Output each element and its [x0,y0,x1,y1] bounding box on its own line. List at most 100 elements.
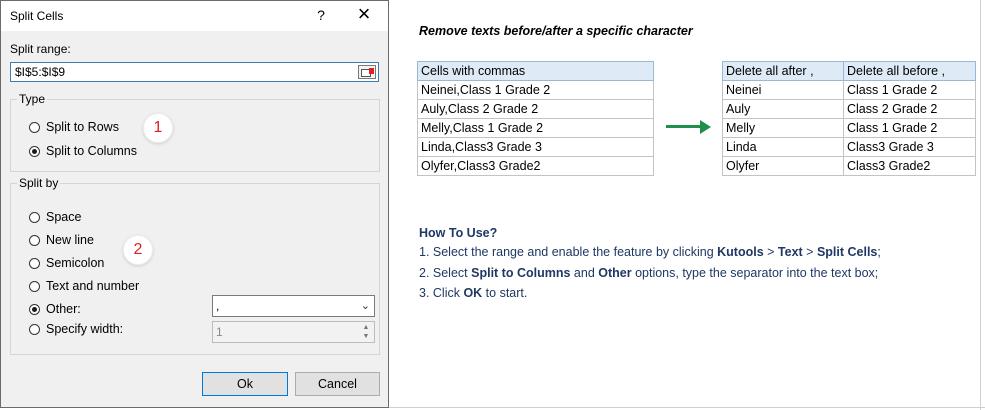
table-row: Melly Class 1 Grade 2 [722,118,976,138]
right-arrow-icon [666,119,712,135]
table-row: Olyfer,Class3 Grade2 [417,156,654,176]
step-bold-text: Split to Columns [471,266,571,280]
radio-icon[interactable] [29,211,40,223]
spin-up-icon: ▲ [362,324,370,331]
table-header-cell: Delete all after , [722,61,844,81]
radio-other[interactable]: Other: [29,300,81,318]
result-table: Delete all after , Delete all before , N… [722,61,976,176]
cancel-button[interactable]: Cancel [295,372,380,396]
radio-icon[interactable] [29,121,40,133]
step-text: ; [877,245,881,259]
step-text: and [570,266,599,280]
step-bold-text: Kutools [717,245,764,259]
dialog-titlebar: Split Cells ? × [1,1,388,31]
table-row: Neinei,Class 1 Grade 2 [417,80,654,100]
dialog-title: Split Cells [10,9,64,23]
table-cell: Class3 Grade2 [843,156,976,176]
radio-label: Split to Rows [46,120,119,134]
radio-selected-icon[interactable] [29,145,40,157]
source-table: Cells with commas Neinei,Class 1 Grade 2… [417,61,654,176]
table-cell: Neinei,Class 1 Grade 2 [417,80,654,100]
step-bold-text: OK [463,286,483,300]
table-cell: Class 1 Grade 2 [843,118,976,138]
table-row: Auly Class 2 Grade 2 [722,99,976,119]
ok-button[interactable]: Ok [202,372,288,396]
radio-icon[interactable] [29,323,40,335]
arrow-shaft [666,125,702,128]
table-header-cell: Cells with commas [417,61,654,81]
spin-down-icon: ▼ [362,333,370,340]
radio-icon[interactable] [29,257,40,269]
radio-label: Semicolon [46,256,105,270]
type-group-title: Type [17,92,48,106]
table-cell: Linda [722,137,844,157]
split-range-value: $I$5:$I$9 [15,65,66,79]
radio-text-and-number[interactable]: Text and number [29,277,139,295]
radio-label: Other: [46,302,81,316]
step-text: to start. [482,286,528,300]
radio-split-to-columns[interactable]: Split to Columns [29,142,137,160]
table-cell: Class 1 Grade 2 [843,80,976,100]
step-text: > [802,245,817,259]
radio-label: Text and number [46,279,140,293]
table-cell: Olyfer [722,156,844,176]
step-2: 2. Select Split to Columns and Other opt… [419,266,878,280]
table-cell: Auly,Class 2 Grade 2 [417,99,654,119]
radio-split-to-rows[interactable]: Split to Rows [29,118,119,136]
radio-space[interactable]: Space [29,208,81,226]
step-bold-text: Text [777,245,803,259]
how-to-title: How To Use? [419,226,498,240]
table-row: Olyfer Class3 Grade2 [722,156,976,176]
table-cell: Auly [722,99,844,119]
step-badge-1: 1 [143,113,173,143]
specify-width-value: 1 [216,325,223,339]
chevron-down-icon[interactable]: ⌄ [361,296,370,316]
step-bold-text: Split Cells [816,245,878,259]
radio-icon[interactable] [29,234,40,246]
table-header-row: Delete all after , Delete all before , [722,61,976,81]
radio-icon[interactable] [29,280,40,292]
step-text: 2. Select [419,266,472,280]
other-separator-value: , [216,299,220,313]
specify-width-spinner: 1 ▲ ▼ [212,321,375,343]
radio-label: Space [46,210,82,224]
table-row: Linda Class3 Grade 3 [722,137,976,157]
table-cell: Class 2 Grade 2 [843,99,976,119]
radio-selected-icon[interactable] [29,303,40,315]
step-text: 3. Click [419,286,464,300]
radio-semicolon[interactable]: Semicolon [29,254,104,272]
table-row: Melly,Class 1 Grade 2 [417,118,654,138]
table-cell: Linda,Class3 Grade 3 [417,137,654,157]
radio-label: New line [46,233,94,247]
arrow-head [700,120,711,134]
radio-label: Specify width: [46,322,124,336]
table-header-row: Cells with commas [417,61,654,81]
table-cell: Melly [722,118,844,138]
split-cells-dialog: Split Cells ? × Split range: $I$5:$I$9 T… [0,0,389,408]
table-header-cell: Delete all before , [843,61,976,81]
step-bold-text: Other [598,266,632,280]
radio-label: Split to Columns [46,144,138,158]
step-3: 3. Click OK to start. [419,286,527,300]
table-row: Linda,Class3 Grade 3 [417,137,654,157]
table-row: Neinei Class 1 Grade 2 [722,80,976,100]
other-separator-combo[interactable]: , ⌄ [212,295,375,317]
split-by-group-title: Split by [17,176,61,190]
step-text: 1. Select the range and enable the featu… [419,245,718,259]
table-cell: Melly,Class 1 Grade 2 [417,118,654,138]
step-text: options, type the separator into the tex… [631,266,879,280]
step-text: > [763,245,778,259]
table-row: Auly,Class 2 Grade 2 [417,99,654,119]
help-button[interactable]: ? [310,5,332,25]
range-select-arrow-icon [369,68,374,74]
range-select-button[interactable] [358,65,376,79]
table-cell: Class3 Grade 3 [843,137,976,157]
split-range-label: Split range: [10,42,71,56]
close-button[interactable]: × [351,3,377,27]
step-1: 1. Select the range and enable the featu… [419,245,881,259]
table-cell: Neinei [722,80,844,100]
radio-new-line[interactable]: New line [29,231,94,249]
split-range-input[interactable]: $I$5:$I$9 [10,62,379,82]
radio-specify-width[interactable]: Specify width: [29,320,123,338]
table-cell: Olyfer,Class3 Grade2 [417,156,654,176]
